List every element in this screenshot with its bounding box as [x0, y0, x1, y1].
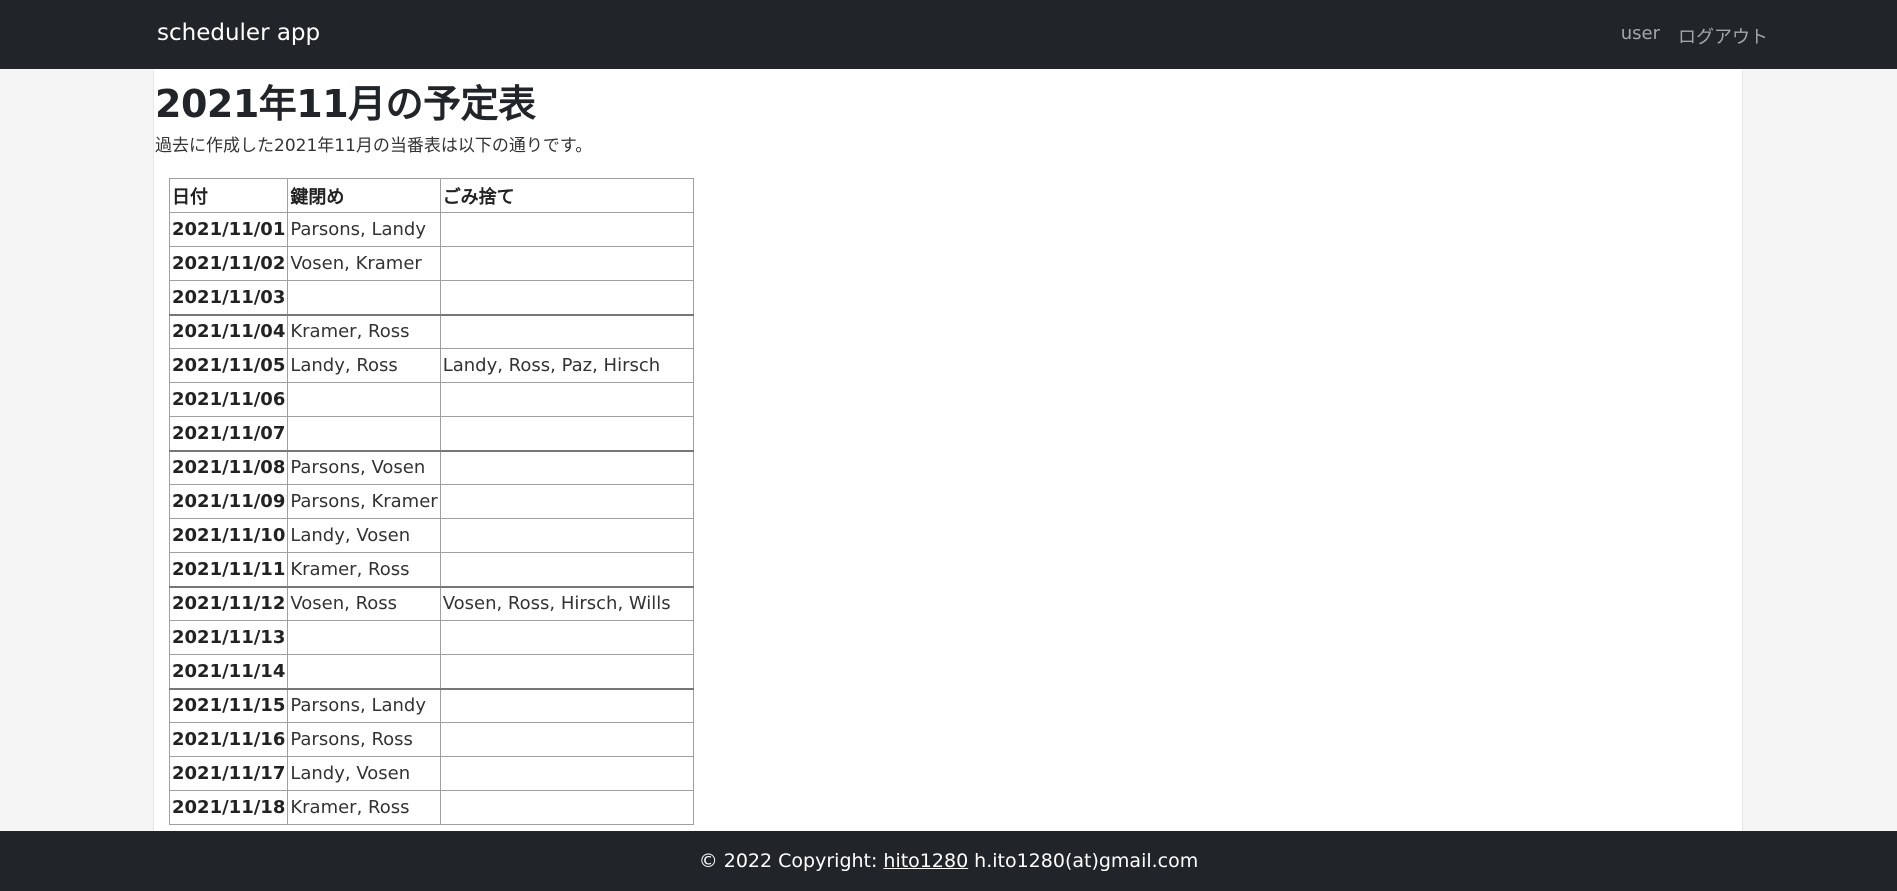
lock-cell [287, 280, 441, 315]
date-cell: 2021/11/02 [168, 246, 289, 281]
author-email: h.ito1280(at)gmail.com [974, 850, 1199, 872]
trash-cell [439, 449, 694, 485]
trash-cell [439, 687, 694, 723]
header-trash: ごみ捨て [439, 178, 694, 213]
date-cell: 2021/11/13 [168, 620, 289, 655]
lock-cell: Parsons, Vosen [287, 449, 441, 485]
date-cell: 2021/11/16 [168, 722, 289, 757]
trash-cell [439, 722, 694, 757]
table-row: 2021/11/14 [168, 654, 694, 689]
schedule-table: 日付 鍵閉め ごみ捨て 2021/11/01 Parsons, Landy 2021… [168, 178, 694, 825]
date-cell: 2021/11/11 [168, 552, 289, 587]
table-row: 2021/11/10 Landy, Vosen [168, 518, 694, 553]
table-row: 2021/11/01 Parsons, Landy [168, 212, 694, 247]
lock-cell: Vosen, Kramer [287, 246, 441, 281]
lock-cell: Parsons, Landy [287, 212, 441, 247]
lock-cell: Parsons, Ross [287, 722, 441, 757]
lock-cell: Landy, Vosen [287, 756, 441, 791]
table-row: 2021/11/17 Landy, Vosen [168, 756, 694, 791]
date-cell: 2021/11/01 [168, 212, 289, 247]
trash-cell [439, 756, 694, 791]
schedule-body: 2021/11/01 Parsons, Landy 2021/11/02 Vosen,… [168, 212, 694, 825]
table-row: 2021/11/03 [168, 280, 694, 315]
user-link[interactable]: user [1621, 23, 1660, 49]
trash-cell [439, 654, 694, 689]
lock-cell: Kramer, Ross [287, 313, 441, 349]
table-row: 2021/11/09 Parsons, Kramer [168, 484, 694, 519]
copyright-text: © 2022 Copyright: [698, 850, 878, 872]
table-row: 2021/11/06 [168, 382, 694, 417]
lock-cell [287, 416, 441, 451]
trash-cell [439, 246, 694, 281]
lock-cell [287, 654, 441, 689]
trash-cell [439, 313, 694, 349]
lock-cell [287, 620, 441, 655]
trash-cell [439, 382, 694, 417]
header-date: 日付 [168, 178, 289, 213]
trash-cell [439, 552, 694, 587]
lock-cell: Landy, Vosen [287, 518, 441, 553]
table-row: 2021/11/04 Kramer, Ross [168, 313, 694, 349]
table-row: 2021/11/13 [168, 620, 694, 655]
lock-cell: Parsons, Landy [287, 687, 441, 723]
table-row: 2021/11/02 Vosen, Kramer [168, 246, 694, 281]
date-cell: 2021/11/18 [168, 790, 289, 825]
table-row: 2021/11/15 Parsons, Landy [168, 687, 694, 723]
lock-cell: Vosen, Ross [287, 585, 441, 621]
main-content: 2021年11月の予定表 過去に作成した2021年11月の当番表は以下の通りです… [153, 69, 1743, 831]
table-row: 2021/11/05 Landy, Ross Landy, Ross, Paz, H… [168, 348, 694, 383]
trash-cell [439, 518, 694, 553]
footer: © 2022 Copyright: hito1280 h.ito1280(at)… [0, 831, 1897, 891]
lock-cell: Parsons, Kramer [287, 484, 441, 519]
date-cell: 2021/11/17 [168, 756, 289, 791]
trash-cell [439, 416, 694, 451]
date-cell: 2021/11/06 [168, 382, 289, 417]
date-cell: 2021/11/04 [168, 313, 289, 349]
table-header-row: 日付 鍵閉め ごみ捨て [168, 178, 694, 213]
table-row: 2021/11/07 [168, 416, 694, 451]
trash-cell [439, 280, 694, 315]
trash-cell: Landy, Ross, Paz, Hirsch [439, 348, 694, 383]
date-cell: 2021/11/12 [168, 585, 289, 621]
trash-cell [439, 484, 694, 519]
lock-cell: Landy, Ross [287, 348, 441, 383]
lock-cell: Kramer, Ross [287, 790, 441, 825]
author-link[interactable]: hito1280 [883, 850, 968, 872]
date-cell: 2021/11/15 [168, 687, 289, 723]
date-cell: 2021/11/09 [168, 484, 289, 519]
date-cell: 2021/11/10 [168, 518, 289, 553]
page-description: 過去に作成した2021年11月の当番表は以下の通りです。 [155, 136, 593, 156]
table-row: 2021/11/12 Vosen, Ross Vosen, Ross, Hirsch… [168, 585, 694, 621]
page-title: 2021年11月の予定表 [155, 82, 536, 126]
trash-cell: Vosen, Ross, Hirsch, Wills [439, 585, 694, 621]
date-cell: 2021/11/03 [168, 280, 289, 315]
table-row: 2021/11/11 Kramer, Ross [168, 552, 694, 587]
logout-link[interactable]: ログアウト [1678, 23, 1768, 49]
table-row: 2021/11/16 Parsons, Ross [168, 722, 694, 757]
date-cell: 2021/11/07 [168, 416, 289, 451]
lock-cell: Kramer, Ross [287, 552, 441, 587]
trash-cell [439, 790, 694, 825]
trash-cell [439, 212, 694, 247]
nav-right: user ログアウト [1621, 23, 1768, 49]
top-navbar: scheduler app user ログアウト [0, 0, 1897, 69]
trash-cell [439, 620, 694, 655]
table-row: 2021/11/18 Kramer, Ross [168, 790, 694, 825]
lock-cell [287, 382, 441, 417]
date-cell: 2021/11/14 [168, 654, 289, 689]
header-lock: 鍵閉め [287, 178, 441, 213]
date-cell: 2021/11/08 [168, 449, 289, 485]
date-cell: 2021/11/05 [168, 348, 289, 383]
brand-link[interactable]: scheduler app [157, 20, 320, 46]
table-row: 2021/11/08 Parsons, Vosen [168, 449, 694, 485]
